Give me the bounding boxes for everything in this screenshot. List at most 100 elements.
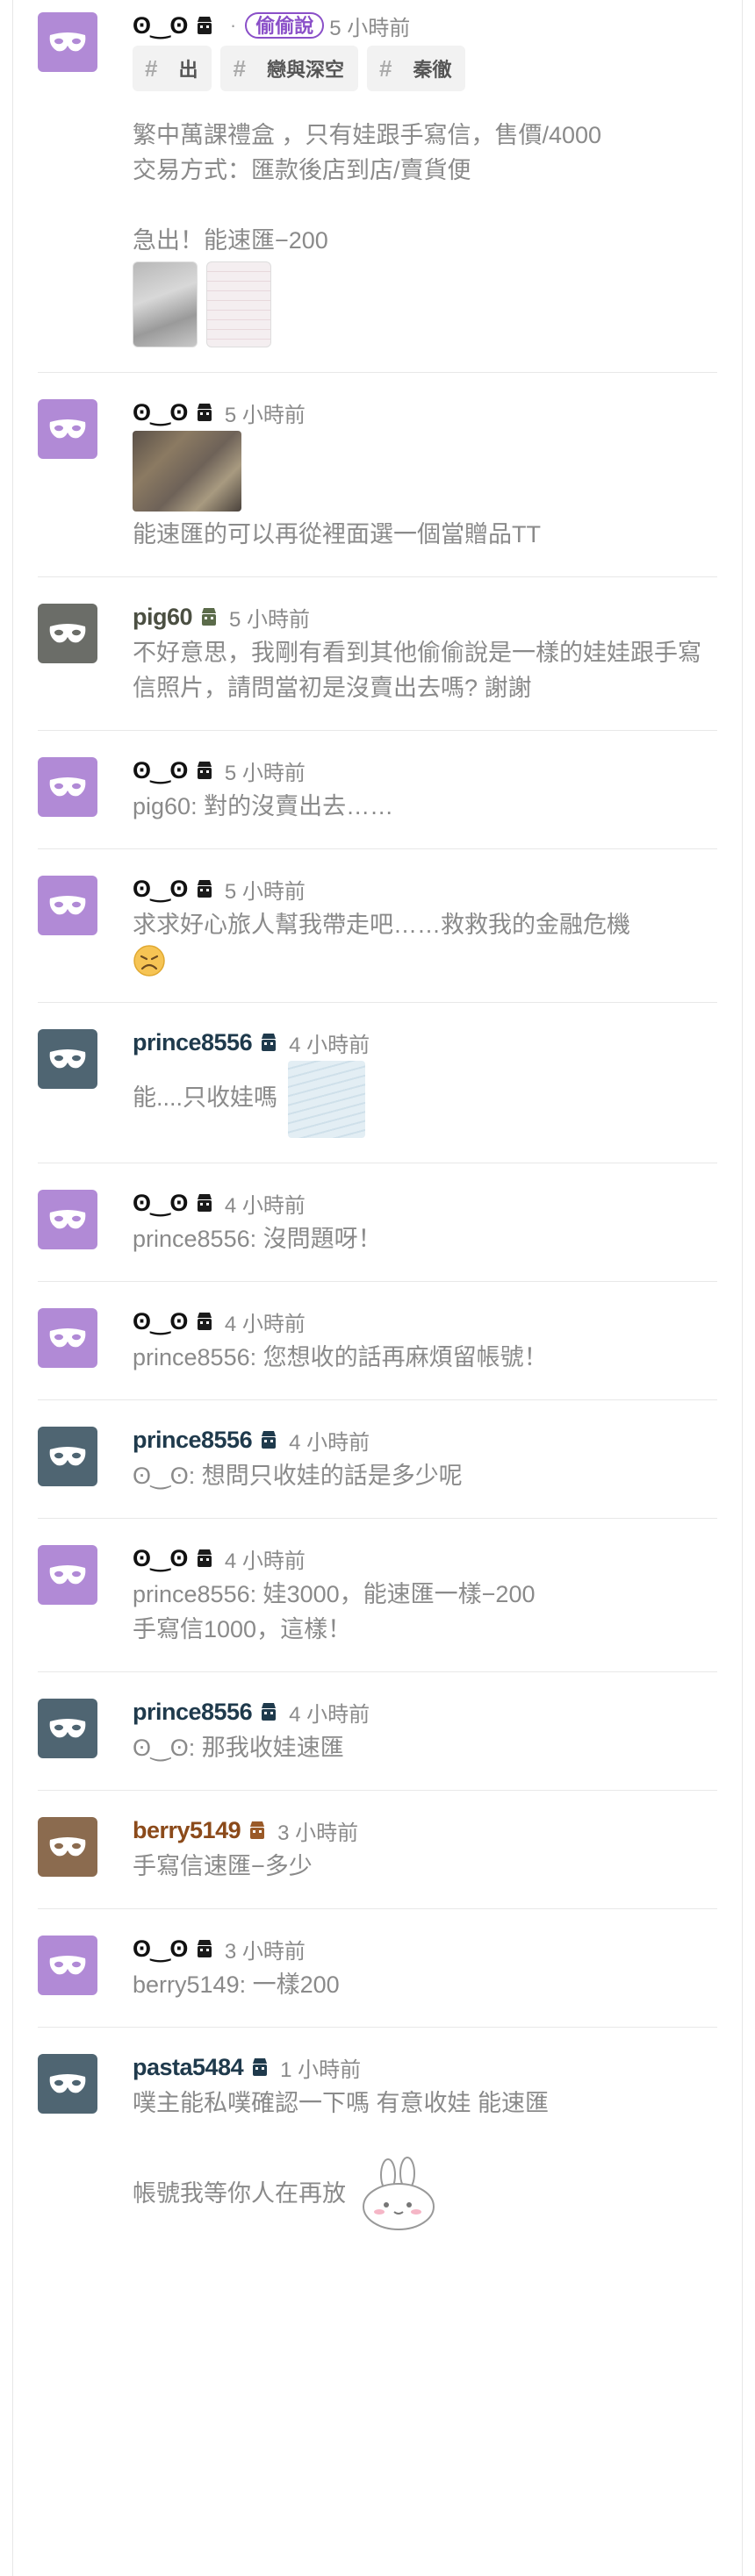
mask-icon (49, 1565, 86, 1585)
koala-plush-photo[interactable] (133, 261, 198, 347)
comment-text: 手寫信速匯−多少 (133, 1853, 313, 1879)
karma-badge-icon (197, 1940, 212, 1957)
tag-label: 出 (178, 59, 198, 81)
comment: ʘ‿ʘ 4 小時前 prince8556: 娃3000，能速匯一樣−200 手寫… (38, 1519, 717, 1672)
mask-icon (49, 1956, 86, 1975)
comment: prince8556 4 小時前 ʘ‿ʘ: 想問只收娃的話是多少呢 (38, 1400, 717, 1519)
karma-badge-icon (253, 2058, 268, 2076)
comment-time: 5 小時前 (224, 761, 306, 785)
mask-icon (49, 1837, 86, 1857)
gift-items-photo[interactable] (133, 431, 241, 512)
tag-label: 秦徹 (413, 59, 452, 81)
author-name[interactable]: prince8556 (133, 1029, 253, 1056)
separator-dot: · (229, 14, 237, 36)
karma-badge-icon (197, 880, 212, 898)
post-time: 5 小時前 (329, 16, 411, 40)
comment-text: berry5149: 一樣200 (133, 1971, 340, 1998)
author-name[interactable]: pig60 (133, 604, 193, 631)
avatar[interactable] (38, 399, 97, 459)
mask-icon (49, 896, 86, 915)
avatar[interactable] (38, 757, 97, 817)
distressed-face-emoji-icon (133, 945, 165, 977)
comment-text: pig60: 對的沒賣出去…… (133, 793, 394, 819)
comment-time: 5 小時前 (224, 403, 306, 427)
author-name[interactable]: ʘ‿ʘ (133, 1545, 188, 1572)
author-name[interactable]: prince8556 (133, 1699, 253, 1726)
comment-time: 3 小時前 (277, 1821, 359, 1845)
tag-chip[interactable]: # 戀與深空 (220, 46, 358, 91)
hash-icon: # (378, 54, 392, 82)
avatar[interactable] (38, 1936, 97, 1995)
post-text: 繁中萬課禮盒 ，只有娃跟手寫信，售價/4000 交易方式：匯款後店到店/賣貨便 … (133, 122, 602, 254)
tag-chip[interactable]: # 出 (133, 46, 212, 91)
comment: ʘ‿ʘ 5 小時前 能速匯的可以再從裡面選一個當贈品TT (38, 373, 717, 577)
author-name[interactable]: berry5149 (133, 1817, 241, 1844)
author-name[interactable]: ʘ‿ʘ (133, 1936, 188, 1963)
avatar[interactable] (38, 1699, 97, 1758)
comment-time: 4 小時前 (224, 1193, 306, 1218)
original-post: ʘ‿ʘ · 偷偷說 5 小時前 # 出 # 戀與深空 # 秦徹 繁中萬課禮盒 ，只有娃… (38, 0, 717, 373)
handwritten-letter-photo[interactable] (206, 261, 271, 347)
raised-hand-sticker[interactable] (288, 1061, 366, 1138)
comment: ʘ‿ʘ 5 小時前 求求好心旅人幫我帶走吧……救救我的金融危機 (38, 849, 717, 1003)
avatar[interactable] (38, 876, 97, 935)
avatar[interactable] (38, 1427, 97, 1486)
author-name[interactable]: pasta5484 (133, 2054, 244, 2081)
comment-time: 4 小時前 (289, 1702, 370, 1727)
comment: ʘ‿ʘ 3 小時前 berry5149: 一樣200 (38, 1909, 717, 2028)
avatar[interactable] (38, 1545, 97, 1605)
avatar[interactable] (38, 1817, 97, 1877)
author-name[interactable]: ʘ‿ʘ (133, 12, 188, 39)
avatar[interactable] (38, 1029, 97, 1089)
comment-text: prince8556: 您想收的話再麻煩留帳號！ (133, 1344, 548, 1370)
mask-icon (49, 2074, 86, 2093)
comment-time: 4 小時前 (224, 1312, 306, 1336)
comment-time: 1 小時前 (280, 2057, 362, 2082)
mask-icon (49, 419, 86, 439)
avatar[interactable] (38, 1308, 97, 1368)
avatar[interactable] (38, 604, 97, 663)
avatar[interactable] (38, 12, 97, 72)
comment-text: ʘ‿ʘ: 那我收娃速匯 (133, 1735, 344, 1761)
avatar[interactable] (38, 1190, 97, 1249)
qualifier-badge: 偷偷說 (245, 12, 325, 39)
comment: ʘ‿ʘ 4 小時前 prince8556: 您想收的話再麻煩留帳號！ (38, 1282, 717, 1400)
avatar[interactable] (38, 2054, 97, 2114)
comment-text: ʘ‿ʘ: 想問只收娃的話是多少呢 (133, 1463, 463, 1489)
comment-text-content: 能....只收娃嗎 (133, 1084, 278, 1112)
tag-list: # 出 # 戀與深空 # 秦徹 (133, 46, 717, 91)
comment-text: 求求好心旅人幫我帶走吧……救救我的金融危機 (133, 912, 630, 938)
mask-icon (49, 777, 86, 797)
mask-icon (49, 1049, 86, 1069)
comment-text: prince8556: 娃3000，能速匯一樣−200 手寫信1000，這樣！ (133, 1581, 536, 1642)
comment-time: 4 小時前 (289, 1430, 370, 1455)
author-name[interactable]: ʘ‿ʘ (133, 399, 188, 426)
karma-badge-icon (250, 1821, 265, 1839)
author-name[interactable]: ʘ‿ʘ (133, 1308, 188, 1335)
author-name[interactable]: ʘ‿ʘ (133, 1190, 188, 1217)
hash-icon: # (233, 54, 246, 82)
mask-icon (49, 1210, 86, 1229)
comment-time: 3 小時前 (224, 1939, 306, 1964)
comment: ʘ‿ʘ 5 小時前 pig60: 對的沒賣出去…… (38, 731, 717, 849)
author-name[interactable]: prince8556 (133, 1427, 253, 1454)
plurk-thread: ʘ‿ʘ · 偷偷說 5 小時前 # 出 # 戀與深空 # 秦徹 繁中萬課禮盒 ，只有娃… (12, 0, 743, 2576)
author-name[interactable]: ʘ‿ʘ (133, 876, 188, 903)
image-attachments (133, 261, 717, 347)
comment-text: 能....只收娃嗎 (133, 1061, 717, 1138)
comment-time: 4 小時前 (224, 1549, 306, 1573)
bunny-sticker[interactable] (353, 2156, 449, 2235)
comment: pig60 5 小時前 不好意思，我剛有看到其他偷偷說是一樣的娃娃跟手寫信照片，… (38, 577, 717, 731)
karma-badge-icon (262, 1703, 277, 1721)
author-name[interactable]: ʘ‿ʘ (133, 757, 188, 784)
karma-badge-icon (197, 404, 212, 421)
comment: ʘ‿ʘ 4 小時前 prince8556: 沒問題呀！ (38, 1163, 717, 1282)
comment-text: 噗主能私噗確認一下嗎 有意收娃 能速匯 帳號我等你人在再放 (133, 2086, 717, 2235)
comment: berry5149 3 小時前 手寫信速匯−多少 (38, 1791, 717, 1909)
karma-badge-icon (197, 762, 212, 779)
tag-label: 戀與深空 (266, 59, 344, 81)
tag-chip[interactable]: # 秦徹 (366, 46, 466, 91)
comment: prince8556 4 小時前 ʘ‿ʘ: 那我收娃速匯 (38, 1672, 717, 1791)
comment-time: 5 小時前 (224, 879, 306, 904)
hash-icon: # (145, 54, 158, 82)
